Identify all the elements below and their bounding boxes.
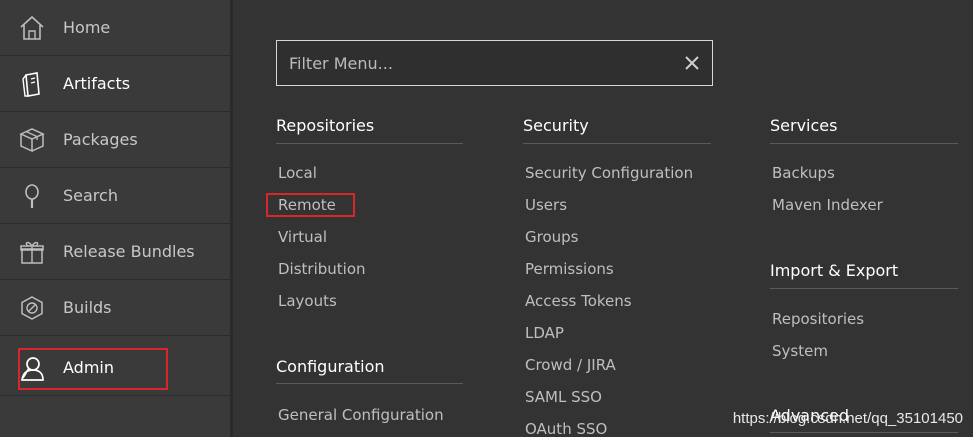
release-bundle-icon [20,241,44,264]
menu-link-users[interactable]: Users [525,196,567,214]
home-icon [20,15,44,40]
sidebar-item-label: Home [63,18,111,37]
sidebar-item-admin[interactable]: Admin [0,340,230,396]
sidebar-item-label: Builds [63,298,112,317]
menu-link-backups[interactable]: Backups [772,164,835,182]
close-icon[interactable] [684,55,700,71]
search-icon [25,183,39,208]
section-title-security: Security [523,116,589,135]
sidebar-item-label: Packages [63,130,138,149]
menu-link-crowd-jira[interactable]: Crowd / JIRA [525,356,616,374]
sidebar-item-label: Artifacts [63,74,131,93]
builds-icon [21,295,43,320]
sidebar-item-packages[interactable]: Packages [0,112,230,168]
section-divider [770,288,958,289]
menu-link-local[interactable]: Local [278,164,317,182]
menu-link-groups[interactable]: Groups [525,228,578,246]
menu-link-security-configuration[interactable]: Security Configuration [525,164,693,182]
sidebar-item-label: Admin [63,358,114,377]
package-icon [19,127,45,152]
sidebar-item-builds[interactable]: Builds [0,280,230,336]
menu-link-saml-sso[interactable]: SAML SSO [525,388,602,406]
section-title-configuration: Configuration [276,357,385,376]
section-divider [770,143,958,144]
section-divider [523,143,711,144]
sidebar-item-release-bundles[interactable]: Release Bundles [0,224,230,280]
sidebar-item-home[interactable]: Home [0,0,230,56]
section-divider [276,383,463,384]
sidebar-item-label: Search [63,186,118,205]
section-divider [770,432,958,433]
section-title-services: Services [770,116,838,135]
menu-link-layouts[interactable]: Layouts [278,292,337,310]
section-divider [276,143,463,144]
admin-icon [21,356,44,381]
menu-link-oauth-sso[interactable]: OAuth SSO [525,420,607,437]
menu-link-import-system[interactable]: System [772,342,828,360]
menu-link-import-repositories[interactable]: Repositories [772,310,864,328]
sidebar-item-label: Release Bundles [63,242,195,261]
menu-link-virtual[interactable]: Virtual [278,228,327,246]
section-title-repositories: Repositories [276,116,375,135]
watermark-url: https://blog.csdn.net/qq_35101450 [732,410,963,427]
menu-link-access-tokens[interactable]: Access Tokens [525,292,632,310]
sidebar-divider [230,0,233,437]
menu-link-maven-indexer[interactable]: Maven Indexer [772,196,883,214]
menu-link-remote[interactable]: Remote [278,196,336,214]
artifacts-icon [22,71,40,97]
sidebar-item-search[interactable]: Search [0,168,230,224]
section-title-import-export: Import & Export [770,261,899,280]
filter-menu-field[interactable] [276,40,713,86]
filter-menu-input[interactable] [277,41,677,85]
menu-link-general-configuration[interactable]: General Configuration [278,406,444,424]
sidebar: Home Artifacts Packages Search Release B… [0,0,230,437]
menu-link-permissions[interactable]: Permissions [525,260,614,278]
sidebar-item-artifacts[interactable]: Artifacts [0,56,230,112]
menu-link-distribution[interactable]: Distribution [278,260,366,278]
menu-link-ldap[interactable]: LDAP [525,324,564,342]
